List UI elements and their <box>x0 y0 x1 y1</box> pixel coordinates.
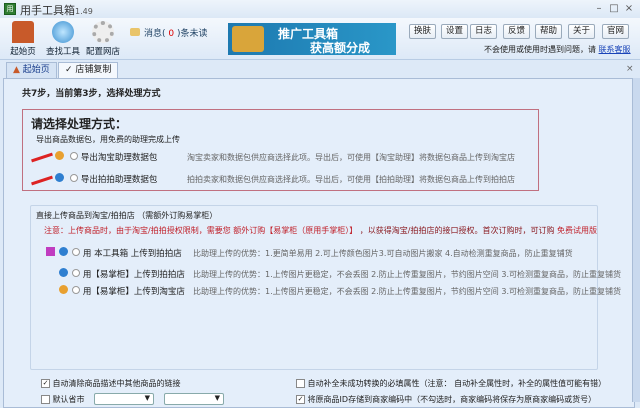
process-method-box: 请选择处理方式： 导出商品数据包，用免费的助理完成上传 导出淘宝助理数据包 淘宝… <box>22 109 539 191</box>
export-paipai-radio[interactable] <box>70 174 78 182</box>
notice-text-2: ，以获得淘宝/拍拍店的接口授权。首次订购时，可订购 <box>359 226 555 235</box>
find-tools-label: 查找工具 <box>45 47 80 57</box>
yizhanggui-paipai-label: 用【易掌柜】上传到拍拍店 <box>82 270 185 280</box>
export-subtitle: 导出商品数据包，用免费的助理完成上传 <box>36 135 180 144</box>
step-indicator: 共7步，当前第3步，选择处理方式 <box>22 89 161 99</box>
home-button[interactable]: 起始页 <box>3 18 43 60</box>
free-trial-link[interactable]: 免费试用版 <box>557 226 597 235</box>
yizhanggui-taobao-label: 用【易掌柜】上传到淘宝店 <box>82 287 185 297</box>
toolbox-paipai-radio[interactable] <box>72 248 80 256</box>
export-taobao-radio[interactable] <box>70 152 78 160</box>
yizhanggui-paipai-radio[interactable] <box>72 269 80 277</box>
tab-strip: ▲ 起始页 ✓ 店铺复制 × <box>0 60 640 78</box>
title-bar: 用 用手工具箱1.49 – □ × <box>0 0 640 18</box>
house-icon <box>12 21 34 43</box>
tab-home[interactable]: ▲ 起始页 <box>6 62 57 78</box>
paipai-icon <box>59 247 68 256</box>
website-button[interactable]: 官网 <box>602 24 629 39</box>
export-taobao-option[interactable]: 导出淘宝助理数据包 <box>70 151 157 163</box>
export-taobao-desc: 淘宝卖家和数据包供应商选择此项。导出后，可使用【淘宝助理】将数据包商品上传到淘宝… <box>187 153 515 162</box>
msg-count: 0 <box>168 29 175 39</box>
vertical-scrollbar[interactable] <box>632 78 640 402</box>
export-paipai-option[interactable]: 导出拍拍助理数据包 <box>70 173 157 185</box>
help-button[interactable]: 帮助 <box>535 24 562 39</box>
maximize-button[interactable]: □ <box>607 3 621 15</box>
store-id-checkbox[interactable]: ✓ <box>296 395 305 404</box>
check-icon: ✓ <box>65 65 73 75</box>
section-title: 请选择处理方式： <box>31 117 128 131</box>
treasure-chest-icon <box>232 26 264 52</box>
config-store-button[interactable]: 配置网店 <box>83 18 123 60</box>
tab-home-label: 起始页 <box>22 65 50 75</box>
tab-close-button[interactable]: × <box>626 64 634 74</box>
app-logo-icon: 用 <box>4 3 16 15</box>
autofill-attrs-checkbox[interactable] <box>296 379 305 388</box>
yizhanggui-taobao-option[interactable]: 用【易掌柜】上传到淘宝店 <box>72 285 185 297</box>
default-province-option[interactable]: 默认省市 <box>41 394 85 405</box>
default-province-checkbox[interactable] <box>41 395 50 404</box>
find-tools-button[interactable]: 查找工具 <box>43 18 83 60</box>
message-icon <box>130 28 140 36</box>
city-select[interactable]: ▼ <box>164 393 224 405</box>
msg-prefix: 消息( <box>144 29 166 39</box>
config-store-label: 配置网店 <box>85 47 120 57</box>
magnifier-icon <box>52 21 74 43</box>
new-badge-icon <box>46 247 55 256</box>
app-title: 用手工具箱 <box>20 4 75 17</box>
toolbox-paipai-label: 用 本工具箱 上传到拍拍店 <box>82 249 182 259</box>
autofill-attrs-label: 自动补全未成功转换的必填属性（注意： 自动补全属性时，补全的属性值可能有错） <box>307 379 607 388</box>
toolbox-paipai-desc: 比助理上传的优势：1.更简单易用 2.可上传颜色图片3.可自动图片搬家 4.自动… <box>193 249 573 258</box>
toolbox-paipai-option[interactable]: 用 本工具箱 上传到拍拍店 <box>72 247 182 259</box>
yizhanggui-paipai-option[interactable]: 用【易掌柜】上传到拍拍店 <box>72 268 185 280</box>
help-prefix: 不会使用或使用时遇到问题，请 <box>484 45 596 54</box>
red-arrow-icon <box>31 175 53 186</box>
minimize-button[interactable]: – <box>592 3 606 15</box>
tab-store-copy-label: 店铺复制 <box>75 65 112 75</box>
app-version: 1.49 <box>75 7 93 16</box>
help-text: 不会使用或使用时遇到问题，请 联系客服 <box>484 44 631 55</box>
log-button[interactable]: 日志 <box>470 24 497 39</box>
direct-upload-title: 直接上传商品到淘宝/拍拍店 （需额外订购易掌柜） <box>36 211 218 220</box>
notice-text: 注意：上传商品时，由于淘宝/拍拍授权限制，需要您 <box>44 226 231 235</box>
contact-support-link[interactable]: 联系客服 <box>599 45 631 54</box>
clear-links-checkbox[interactable]: ✓ <box>41 379 50 388</box>
settings-button[interactable]: 设置 <box>441 24 468 39</box>
banner-line2: 获高额分成 <box>310 41 371 55</box>
province-select[interactable]: ▼ <box>94 393 154 405</box>
messages-link[interactable]: 消息( 0 )条未读 <box>130 26 208 39</box>
autofill-attrs-option[interactable]: 自动补全未成功转换的必填属性（注意： 自动补全属性时，补全的属性值可能有错） <box>296 378 606 389</box>
tab-store-copy[interactable]: ✓ 店铺复制 <box>58 62 119 78</box>
store-id-option[interactable]: ✓ 将原商品ID存储到商家编码中（不勾选时，商家编码将保存为原商家编码或货号） <box>296 394 596 405</box>
about-button[interactable]: 关于 <box>568 24 595 39</box>
home-icon: ▲ <box>13 65 20 75</box>
taobao-icon <box>59 285 68 294</box>
feedback-button[interactable]: 反馈 <box>503 24 530 39</box>
yizhanggui-taobao-radio[interactable] <box>72 286 80 294</box>
red-arrow-icon <box>31 152 53 163</box>
order-yizhanggui-link[interactable]: 额外订购【易掌柜（原用手掌柜）】 <box>233 226 357 235</box>
export-taobao-label: 导出淘宝助理数据包 <box>80 153 158 163</box>
upload-notice: 注意：上传商品时，由于淘宝/拍拍授权限制，需要您 额外订购【易掌柜（原用手掌柜）… <box>44 225 597 236</box>
gear-icon <box>92 21 114 43</box>
clear-links-option[interactable]: ✓ 自动清除商品描述中其他商品的链接 <box>41 378 181 389</box>
yizhanggui-taobao-desc: 比助理上传的优势：1.上传图片更稳定，不会丢图 2.防止上传重复图片，节约图片空… <box>193 287 621 296</box>
skin-button[interactable]: 换肤 <box>409 24 436 39</box>
close-button[interactable]: × <box>622 3 636 15</box>
store-id-label: 将原商品ID存储到商家编码中（不勾选时，商家编码将保存为原商家编码或货号） <box>307 395 597 404</box>
paipai-icon <box>55 173 64 182</box>
msg-suffix: )条未读 <box>177 29 208 39</box>
yizhanggui-paipai-desc: 比助理上传的优势：1.上传图片更稳定，不会丢图 2.防止上传重复图片，节约图片空… <box>193 270 621 279</box>
export-paipai-label: 导出拍拍助理数据包 <box>80 175 158 185</box>
promo-banner[interactable]: 推广工具箱 获高额分成 <box>228 23 396 55</box>
clear-links-label: 自动清除商品描述中其他商品的链接 <box>52 379 181 388</box>
default-province-label: 默认省市 <box>52 395 85 404</box>
paipai-icon <box>59 268 68 277</box>
export-paipai-desc: 拍拍卖家和数据包供应商选择此项。导出后，可使用【拍拍助理】将数据包商品上传到拍拍… <box>187 175 515 184</box>
home-label: 起始页 <box>10 47 36 57</box>
taobao-icon <box>55 151 64 160</box>
